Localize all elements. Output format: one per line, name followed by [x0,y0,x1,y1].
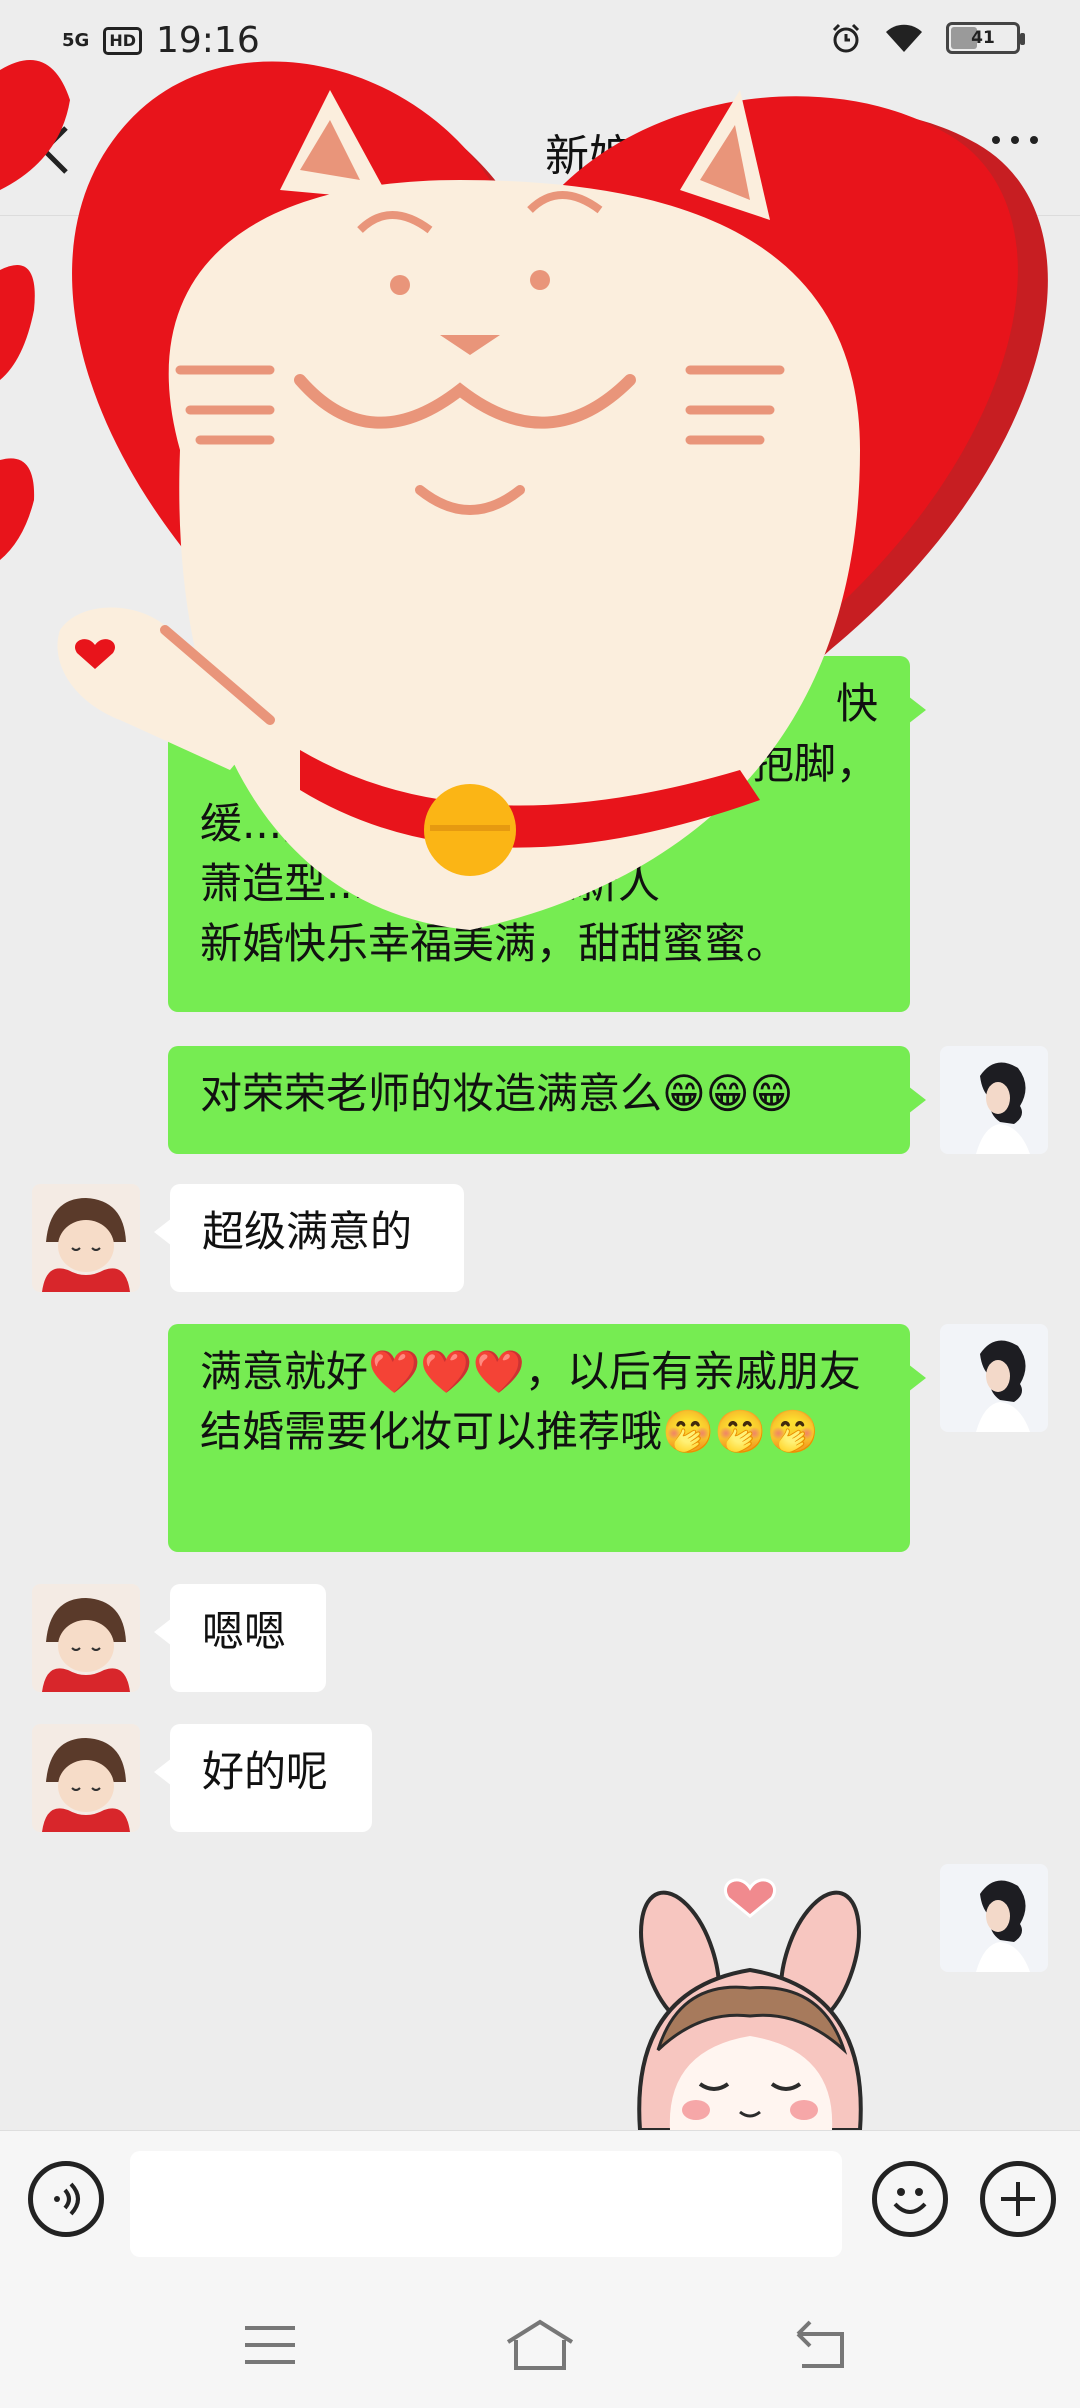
bunny-girl-sticker[interactable] [600,1860,900,2130]
avatar-self[interactable] [940,1046,1048,1154]
voice-button[interactable] [28,2161,104,2237]
message-bubble-sent[interactable]: 满意就好❤️❤️❤️，以后有亲戚朋友结婚需要化妆可以推荐哦🤭🤭🤭 [168,1324,926,1552]
message-text: 对荣荣老师的妆造满意么😁😁😁 [200,1069,794,1118]
message-text: 嗯嗯 [202,1607,287,1656]
message-bubble-received[interactable]: 好的呢 [154,1724,372,1832]
avatar-self[interactable] [940,1864,1048,1972]
message-bubble-received[interactable]: 嗯嗯 [154,1584,326,1692]
emoji-button[interactable] [872,2161,948,2237]
avatar-contact[interactable] [32,1184,140,1292]
back-icon[interactable] [790,2318,850,2372]
system-nav-bar [0,2290,1080,2408]
message-bubble-received[interactable]: 超级满意的 [154,1184,464,1292]
message-text: 超级满意的 [202,1207,413,1256]
message-bubble-sent[interactable]: 对荣荣老师的妆造满意么😁😁😁 [168,1046,926,1154]
menu-icon[interactable] [240,2320,300,2370]
plus-icon [1001,2182,1035,2216]
avatar-self[interactable] [940,1324,1048,1432]
plus-button[interactable] [980,2161,1056,2237]
avatar-contact[interactable] [32,1724,140,1832]
heart-cat-sticker[interactable] [0,30,1080,960]
message-text: 满意就好❤️❤️❤️，以后有亲戚朋友结婚需要化妆可以推荐哦🤭🤭🤭 [200,1347,861,1456]
message-input[interactable] [130,2151,842,2257]
home-icon[interactable] [502,2318,578,2372]
voice-icon [54,2182,80,2216]
message-text: 好的呢 [202,1747,329,1796]
emoji-icon [893,2188,927,2214]
input-bar [0,2130,1080,2290]
avatar-contact[interactable] [32,1584,140,1692]
